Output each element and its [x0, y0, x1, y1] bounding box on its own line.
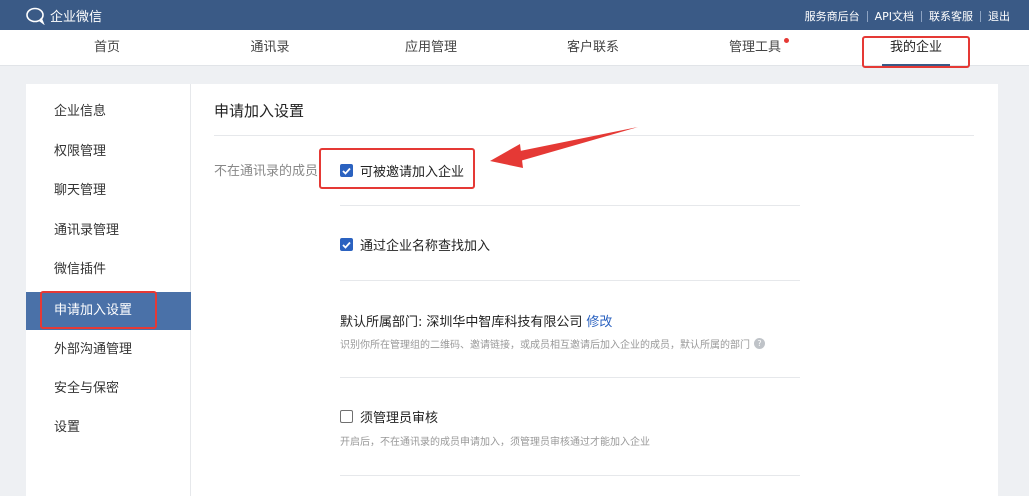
chat-bubble-icon: [26, 7, 45, 25]
divider: [340, 475, 800, 476]
tab-label: 通讯录: [250, 40, 290, 55]
sidebar-item-wechat-plugin[interactable]: 微信插件: [26, 251, 191, 289]
search-join-label: 通过企业名称查找加入: [360, 239, 491, 254]
brand-name: 企业微信: [50, 10, 103, 25]
help-icon[interactable]: ?: [754, 338, 765, 349]
sidebar-item-settings[interactable]: 设置: [26, 409, 191, 447]
settings-content: 申请加入设置 不在通讯录的成员 可被邀请加入企业 通过企业名称查找加入 默认所属…: [192, 84, 998, 496]
provider-portal-link[interactable]: 服务商后台: [798, 8, 867, 24]
sidebar-item-security[interactable]: 安全与保密: [26, 370, 191, 408]
title-divider: [214, 135, 974, 136]
notification-dot: [784, 38, 789, 43]
api-docs-link[interactable]: API文档: [868, 8, 921, 24]
top-bar: 企业微信 服务商后台 API文档 联系客服 退出: [0, 0, 1029, 30]
dept-hint-text: 识别你所在管理组的二维码、邀请链接，或成员相互邀请后加入企业的成员，默认所属的部…: [340, 340, 750, 351]
default-department: 默认所属部门: 深圳华中智库科技有限公司 修改: [340, 311, 612, 330]
tab-label: 客户联系: [566, 40, 619, 55]
search-join-checkbox[interactable]: [340, 238, 353, 251]
content-panel: 企业信息 权限管理 聊天管理 通讯录管理 微信插件 申请加入设置 外部沟通管理 …: [26, 84, 998, 496]
dept-edit-link[interactable]: 修改: [586, 311, 612, 330]
tab-app-management[interactable]: 应用管理: [381, 30, 481, 66]
check-icon: [342, 241, 351, 249]
section-title: 申请加入设置: [214, 102, 305, 120]
contact-support-link[interactable]: 联系客服: [922, 8, 980, 24]
dept-label: 默认所属部门:: [340, 315, 423, 330]
annotation-box-tab: [862, 36, 970, 68]
divider: [340, 280, 800, 281]
sidebar-item-company-info[interactable]: 企业信息: [26, 93, 191, 131]
option-search-join[interactable]: 通过企业名称查找加入: [340, 235, 490, 254]
review-hint: 开启后，不在通讯录的成员申请加入，须管理员审核通过才能加入企业: [340, 433, 650, 448]
top-links: 服务商后台 API文档 联系客服 退出: [798, 8, 1017, 24]
divider: [340, 205, 800, 206]
option-admin-review[interactable]: 须管理员审核: [340, 407, 438, 426]
divider: [340, 377, 800, 378]
admin-review-label: 须管理员审核: [360, 411, 439, 426]
tab-label: 管理工具: [728, 40, 781, 55]
tab-contacts[interactable]: 通讯录: [220, 30, 320, 66]
sidebar-item-permissions[interactable]: 权限管理: [26, 133, 191, 171]
tab-admin-tools[interactable]: 管理工具: [705, 30, 805, 66]
sidebar-item-chat-management[interactable]: 聊天管理: [26, 172, 191, 210]
brand-logo[interactable]: 企业微信: [26, 6, 102, 25]
tab-home[interactable]: 首页: [57, 30, 157, 66]
sidebar-item-contacts-management[interactable]: 通讯录管理: [26, 212, 191, 250]
row-label: 不在通讯录的成员: [214, 164, 319, 179]
admin-review-checkbox[interactable]: [340, 410, 353, 423]
dept-value: 深圳华中智库科技有限公司: [426, 315, 583, 330]
review-hint-text: 开启后，不在通讯录的成员申请加入，须管理员审核通过才能加入企业: [340, 437, 650, 448]
annotation-box-option: [319, 148, 475, 189]
logout-link[interactable]: 退出: [981, 8, 1017, 24]
tab-label: 首页: [93, 40, 120, 55]
annotation-box-sidebar: [40, 291, 157, 329]
dept-hint: 识别你所在管理组的二维码、邀请链接，或成员相互邀请后加入企业的成员，默认所属的部…: [340, 336, 765, 351]
tab-customer-contact[interactable]: 客户联系: [543, 30, 643, 66]
sidebar-item-external-communication[interactable]: 外部沟通管理: [26, 331, 191, 369]
sidebar: 企业信息 权限管理 聊天管理 通讯录管理 微信插件 申请加入设置 外部沟通管理 …: [26, 84, 191, 496]
tab-label: 应用管理: [404, 40, 457, 55]
